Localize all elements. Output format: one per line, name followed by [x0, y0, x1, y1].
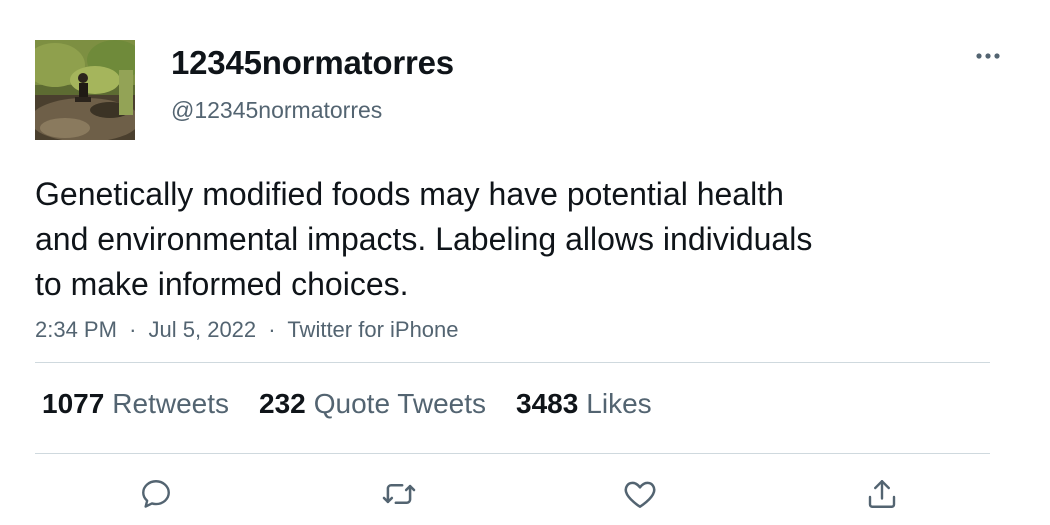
divider — [35, 362, 990, 363]
heart-icon — [624, 481, 656, 508]
tweet-time[interactable]: 2:34 PM — [35, 317, 117, 342]
tweet-detail: 12345normatorres @12345normatorres Genet… — [0, 0, 1050, 525]
share-button[interactable] — [862, 474, 902, 514]
quote-tweets-label: Quote Tweets — [313, 388, 486, 419]
retweets-stat[interactable]: 1077 Retweets — [42, 388, 229, 420]
tweet-date[interactable]: Jul 5, 2022 — [149, 317, 257, 342]
meta-separator: · — [268, 317, 276, 342]
tweet-stats: 1077 Retweets 232 Quote Tweets 3483 Likes — [42, 388, 682, 420]
meta-separator: · — [129, 317, 137, 342]
likes-label: Likes — [586, 388, 652, 419]
retweet-icon — [382, 484, 416, 504]
tweet-text-line: and environmental impacts. Labeling allo… — [35, 221, 813, 257]
divider — [35, 453, 990, 454]
retweets-label: Retweets — [112, 388, 230, 419]
reply-icon — [142, 480, 170, 508]
retweet-button[interactable] — [379, 474, 419, 514]
likes-stat[interactable]: 3483 Likes — [516, 388, 652, 420]
tweet-metadata: 2:34 PM · Jul 5, 2022 · Twitter for iPho… — [35, 317, 459, 343]
tweet-text-line: Genetically modified foods may have pote… — [35, 176, 784, 212]
more-horizontal-icon — [976, 53, 1000, 59]
tweet-text-line: to make informed choices. — [35, 266, 409, 302]
reply-button[interactable] — [136, 474, 176, 514]
more-options-button[interactable] — [968, 42, 1008, 70]
author-handle[interactable]: @12345normatorres — [171, 97, 382, 124]
likes-count: 3483 — [516, 388, 579, 419]
quote-tweets-count: 232 — [259, 388, 306, 419]
avatar-photo — [35, 40, 135, 140]
like-button[interactable] — [620, 474, 660, 514]
author-display-name[interactable]: 12345normatorres — [171, 44, 454, 82]
quote-tweets-stat[interactable]: 232 Quote Tweets — [259, 388, 486, 420]
tweet-text: Genetically modified foods may have pote… — [35, 172, 935, 307]
tweet-source[interactable]: Twitter for iPhone — [287, 317, 458, 342]
avatar[interactable] — [35, 40, 135, 140]
retweets-count: 1077 — [42, 388, 105, 419]
share-icon — [868, 480, 896, 508]
